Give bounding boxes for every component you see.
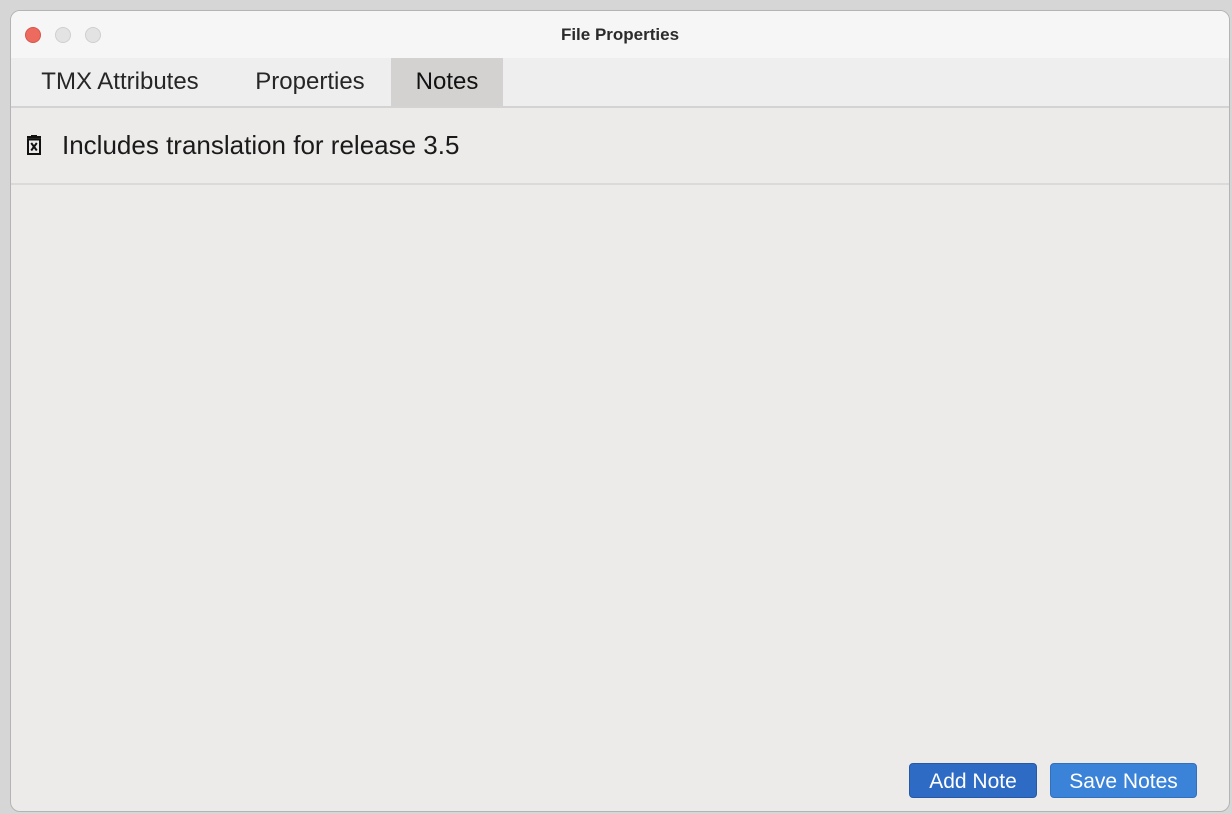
- tab-notes[interactable]: Notes: [391, 58, 503, 106]
- add-note-button[interactable]: Add Note: [909, 763, 1037, 798]
- window-title: File Properties: [560, 25, 680, 44]
- title-bar: File Properties: [11, 11, 1229, 59]
- save-notes-button[interactable]: Save Notes: [1050, 763, 1197, 798]
- tab-properties[interactable]: Properties: [229, 58, 391, 106]
- file-properties-window: File Properties TMX Attributes Propertie…: [10, 10, 1230, 812]
- tab-tmx-attributes[interactable]: TMX Attributes: [11, 58, 229, 106]
- note-list-item: Includes translation for release 3.5: [11, 108, 1229, 185]
- trash-icon: [27, 135, 41, 155]
- delete-note-icon[interactable]: [25, 135, 43, 155]
- note-text: Includes translation for release 3.5: [62, 130, 460, 160]
- tab-bar: TMX Attributes Properties Notes: [11, 58, 1229, 108]
